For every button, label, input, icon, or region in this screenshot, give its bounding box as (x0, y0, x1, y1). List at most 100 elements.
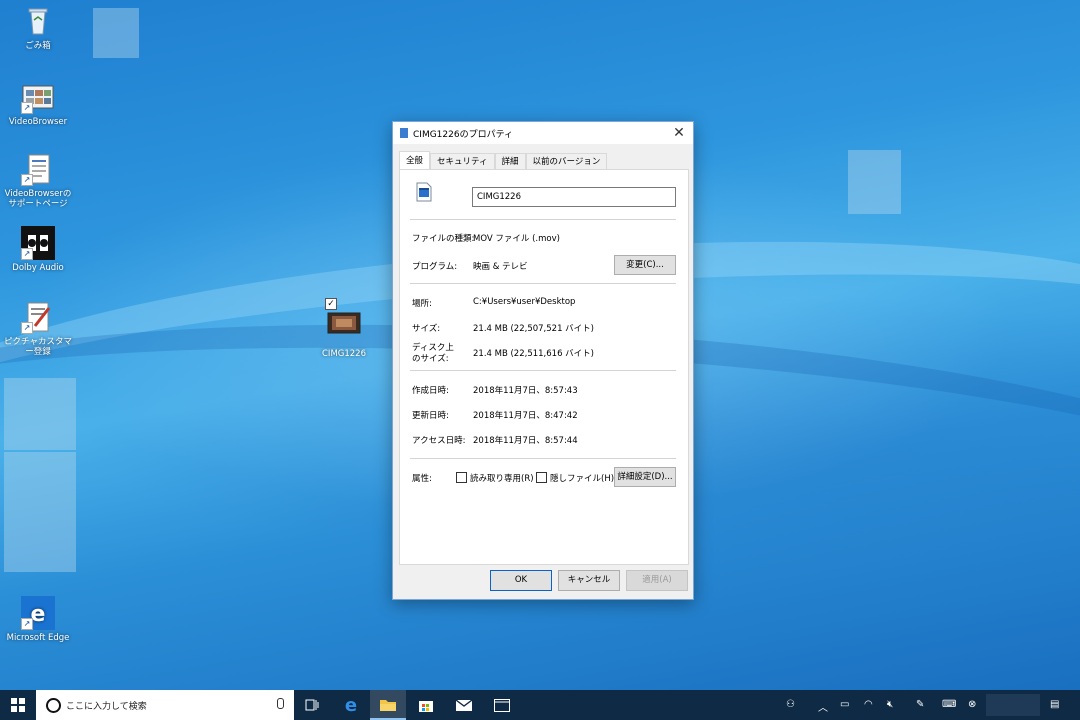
shortcut-arrow-icon: ↗ (21, 248, 33, 260)
change-program-button[interactable]: 変更(C)... (614, 255, 676, 275)
tab-previous-versions[interactable]: 以前のバージョン (525, 153, 608, 170)
modified-value: 2018年11月7日、8:47:42 (473, 411, 578, 421)
readonly-label: 読み取り専用(R) (470, 474, 534, 484)
ok-button[interactable]: OK (490, 570, 552, 591)
accessed-value: 2018年11月7日、8:57:44 (473, 436, 578, 446)
pen-icon[interactable]: ✎ (916, 699, 924, 710)
start-button[interactable] (0, 690, 36, 720)
properties-dialog: CIMG1226のプロパティ ✕ 全般 セキュリティ 詳細 以前のバージョン C… (392, 121, 694, 600)
close-circle-icon[interactable]: ⊗ (968, 699, 976, 710)
task-view-button[interactable] (298, 690, 326, 720)
location-label: 場所: (412, 299, 432, 309)
search-placeholder: ここに入力して検索 (66, 702, 147, 712)
video-file-icon (327, 312, 361, 346)
desktop-icon-cimg1226[interactable]: CIMG1226 (308, 298, 380, 359)
desktop-icon-dolby-audio[interactable]: ↗ Dolby Audio (2, 226, 74, 273)
taskbar-store[interactable] (408, 690, 444, 720)
readonly-checkbox[interactable]: 読み取り専用(R) (456, 472, 534, 484)
divider (410, 283, 676, 284)
divider (410, 370, 676, 371)
dialog-title: CIMG1226のプロパティ (413, 129, 514, 140)
desktop-icon-recycle-bin[interactable]: ごみ箱 (2, 4, 74, 51)
folder-icon (380, 699, 396, 711)
checkbox-box[interactable] (536, 472, 547, 483)
advanced-button[interactable]: 詳細設定(D)... (614, 467, 676, 487)
hidden-checkbox[interactable]: 隠しファイル(H) (536, 472, 614, 484)
file-icon (400, 128, 408, 138)
clock-area[interactable] (986, 694, 1040, 716)
volume-muted-icon[interactable]: 🔇︎ (887, 699, 893, 710)
divider (410, 219, 676, 220)
hidden-label: 隠しファイル(H) (550, 474, 615, 484)
keyboard-icon[interactable]: ⌨ (942, 699, 956, 710)
store-icon (419, 701, 433, 712)
dialog-titlebar[interactable]: CIMG1226のプロパティ ✕ (393, 122, 693, 144)
modified-label: 更新日時: (412, 411, 449, 421)
selection-ghost (93, 8, 139, 58)
chevron-up-icon[interactable]: ︿ (818, 699, 828, 714)
size-value: 21.4 MB (22,507,521 バイト) (473, 324, 594, 334)
location-value: C:¥Users¥user¥Desktop (473, 297, 576, 307)
network-icon[interactable]: ◠ (864, 699, 873, 710)
cortana-icon (46, 698, 61, 713)
registration-icon: ↗ (21, 300, 55, 334)
desktop-icon-label: CIMG1226 (322, 349, 366, 359)
taskbar-file-explorer[interactable] (370, 690, 406, 720)
program-label: プログラム: (412, 262, 458, 272)
people-icon[interactable]: ⚇ (786, 699, 795, 710)
general-panel: CIMG1226 ファイルの種類: MOV ファイル (.mov) プログラム:… (399, 169, 689, 565)
disk-size-value: 21.4 MB (22,511,616 バイト) (473, 349, 594, 359)
video-browser-icon: ↗ (21, 80, 55, 114)
microphone-icon[interactable] (277, 698, 284, 709)
desktop-icon-videobrowser[interactable]: ↗ VideoBrowser (2, 80, 74, 127)
taskbar-window[interactable] (484, 690, 520, 720)
cancel-button[interactable]: キャンセル (558, 570, 620, 591)
edge-icon: e (344, 694, 358, 716)
selection-checkbox[interactable]: ✓ (325, 298, 337, 310)
filename-input[interactable]: CIMG1226 (472, 187, 676, 207)
shortcut-arrow-icon: ↗ (21, 174, 33, 186)
tab-security[interactable]: セキュリティ (430, 153, 495, 170)
battery-icon[interactable]: ▭ (840, 699, 849, 710)
size-label: サイズ: (412, 324, 441, 334)
tab-details[interactable]: 詳細 (494, 153, 526, 170)
dolby-icon: ↗ (21, 226, 55, 260)
desktop-icon-label: ピクチャカスタマー登録 (4, 337, 72, 357)
action-center-icon[interactable]: ▤ (1050, 699, 1059, 710)
selection-ghost (848, 150, 901, 214)
taskbar-edge[interactable]: e (334, 690, 368, 720)
attributes-label: 属性: (412, 474, 432, 484)
window-icon (494, 698, 510, 712)
desktop-icon-support-page[interactable]: ↗ VideoBrowserのサポートページ (2, 152, 74, 209)
disk-size-label: ディスク上 のサイズ: (412, 343, 454, 365)
disk-size-label-line: のサイズ: (412, 354, 449, 364)
tab-bar: 全般 セキュリティ 詳細 以前のバージョン (399, 151, 608, 170)
desktop-icon-label: VideoBrowserのサポートページ (4, 189, 72, 209)
close-button[interactable]: ✕ (665, 122, 693, 144)
desktop-icon-registration[interactable]: ↗ ピクチャカスタマー登録 (2, 300, 74, 357)
taskbar: ここに入力して検索 e ⚇ ︿ ▭ ◠ 🔇︎ ✎ ⌨ ⊗ ▤ (0, 690, 1080, 720)
shortcut-arrow-icon: ↗ (21, 102, 33, 114)
checkbox-box[interactable] (456, 472, 467, 483)
apply-button[interactable]: 適用(A) (626, 570, 688, 591)
mail-icon (456, 699, 472, 711)
windows-icon (11, 698, 25, 712)
file-type-value: MOV ファイル (.mov) (473, 234, 560, 244)
task-view-icon (305, 699, 319, 711)
taskbar-mail[interactable] (446, 690, 482, 720)
shortcut-arrow-icon: ↗ (21, 322, 33, 334)
created-value: 2018年11月7日、8:57:43 (473, 386, 578, 396)
recycle-bin-icon (21, 4, 55, 38)
desktop-icon-label: ごみ箱 (25, 41, 51, 51)
desktop: ごみ箱 ↗ VideoBrowser ↗ VideoBrowserのサポートペー… (0, 0, 1080, 690)
mov-file-icon (416, 182, 432, 202)
desktop-icon-label: VideoBrowser (8, 117, 68, 127)
disk-size-label-line: ディスク上 (412, 343, 454, 353)
tab-general[interactable]: 全般 (399, 151, 431, 170)
desktop-icon-label: Microsoft Edge (6, 633, 70, 643)
search-box[interactable]: ここに入力して検索 (36, 690, 294, 720)
file-type-label: ファイルの種類: (412, 234, 475, 244)
support-page-icon: ↗ (21, 152, 55, 186)
program-value: 映画 & テレビ (473, 262, 528, 272)
desktop-icon-edge[interactable]: e ↗ Microsoft Edge (2, 596, 74, 643)
